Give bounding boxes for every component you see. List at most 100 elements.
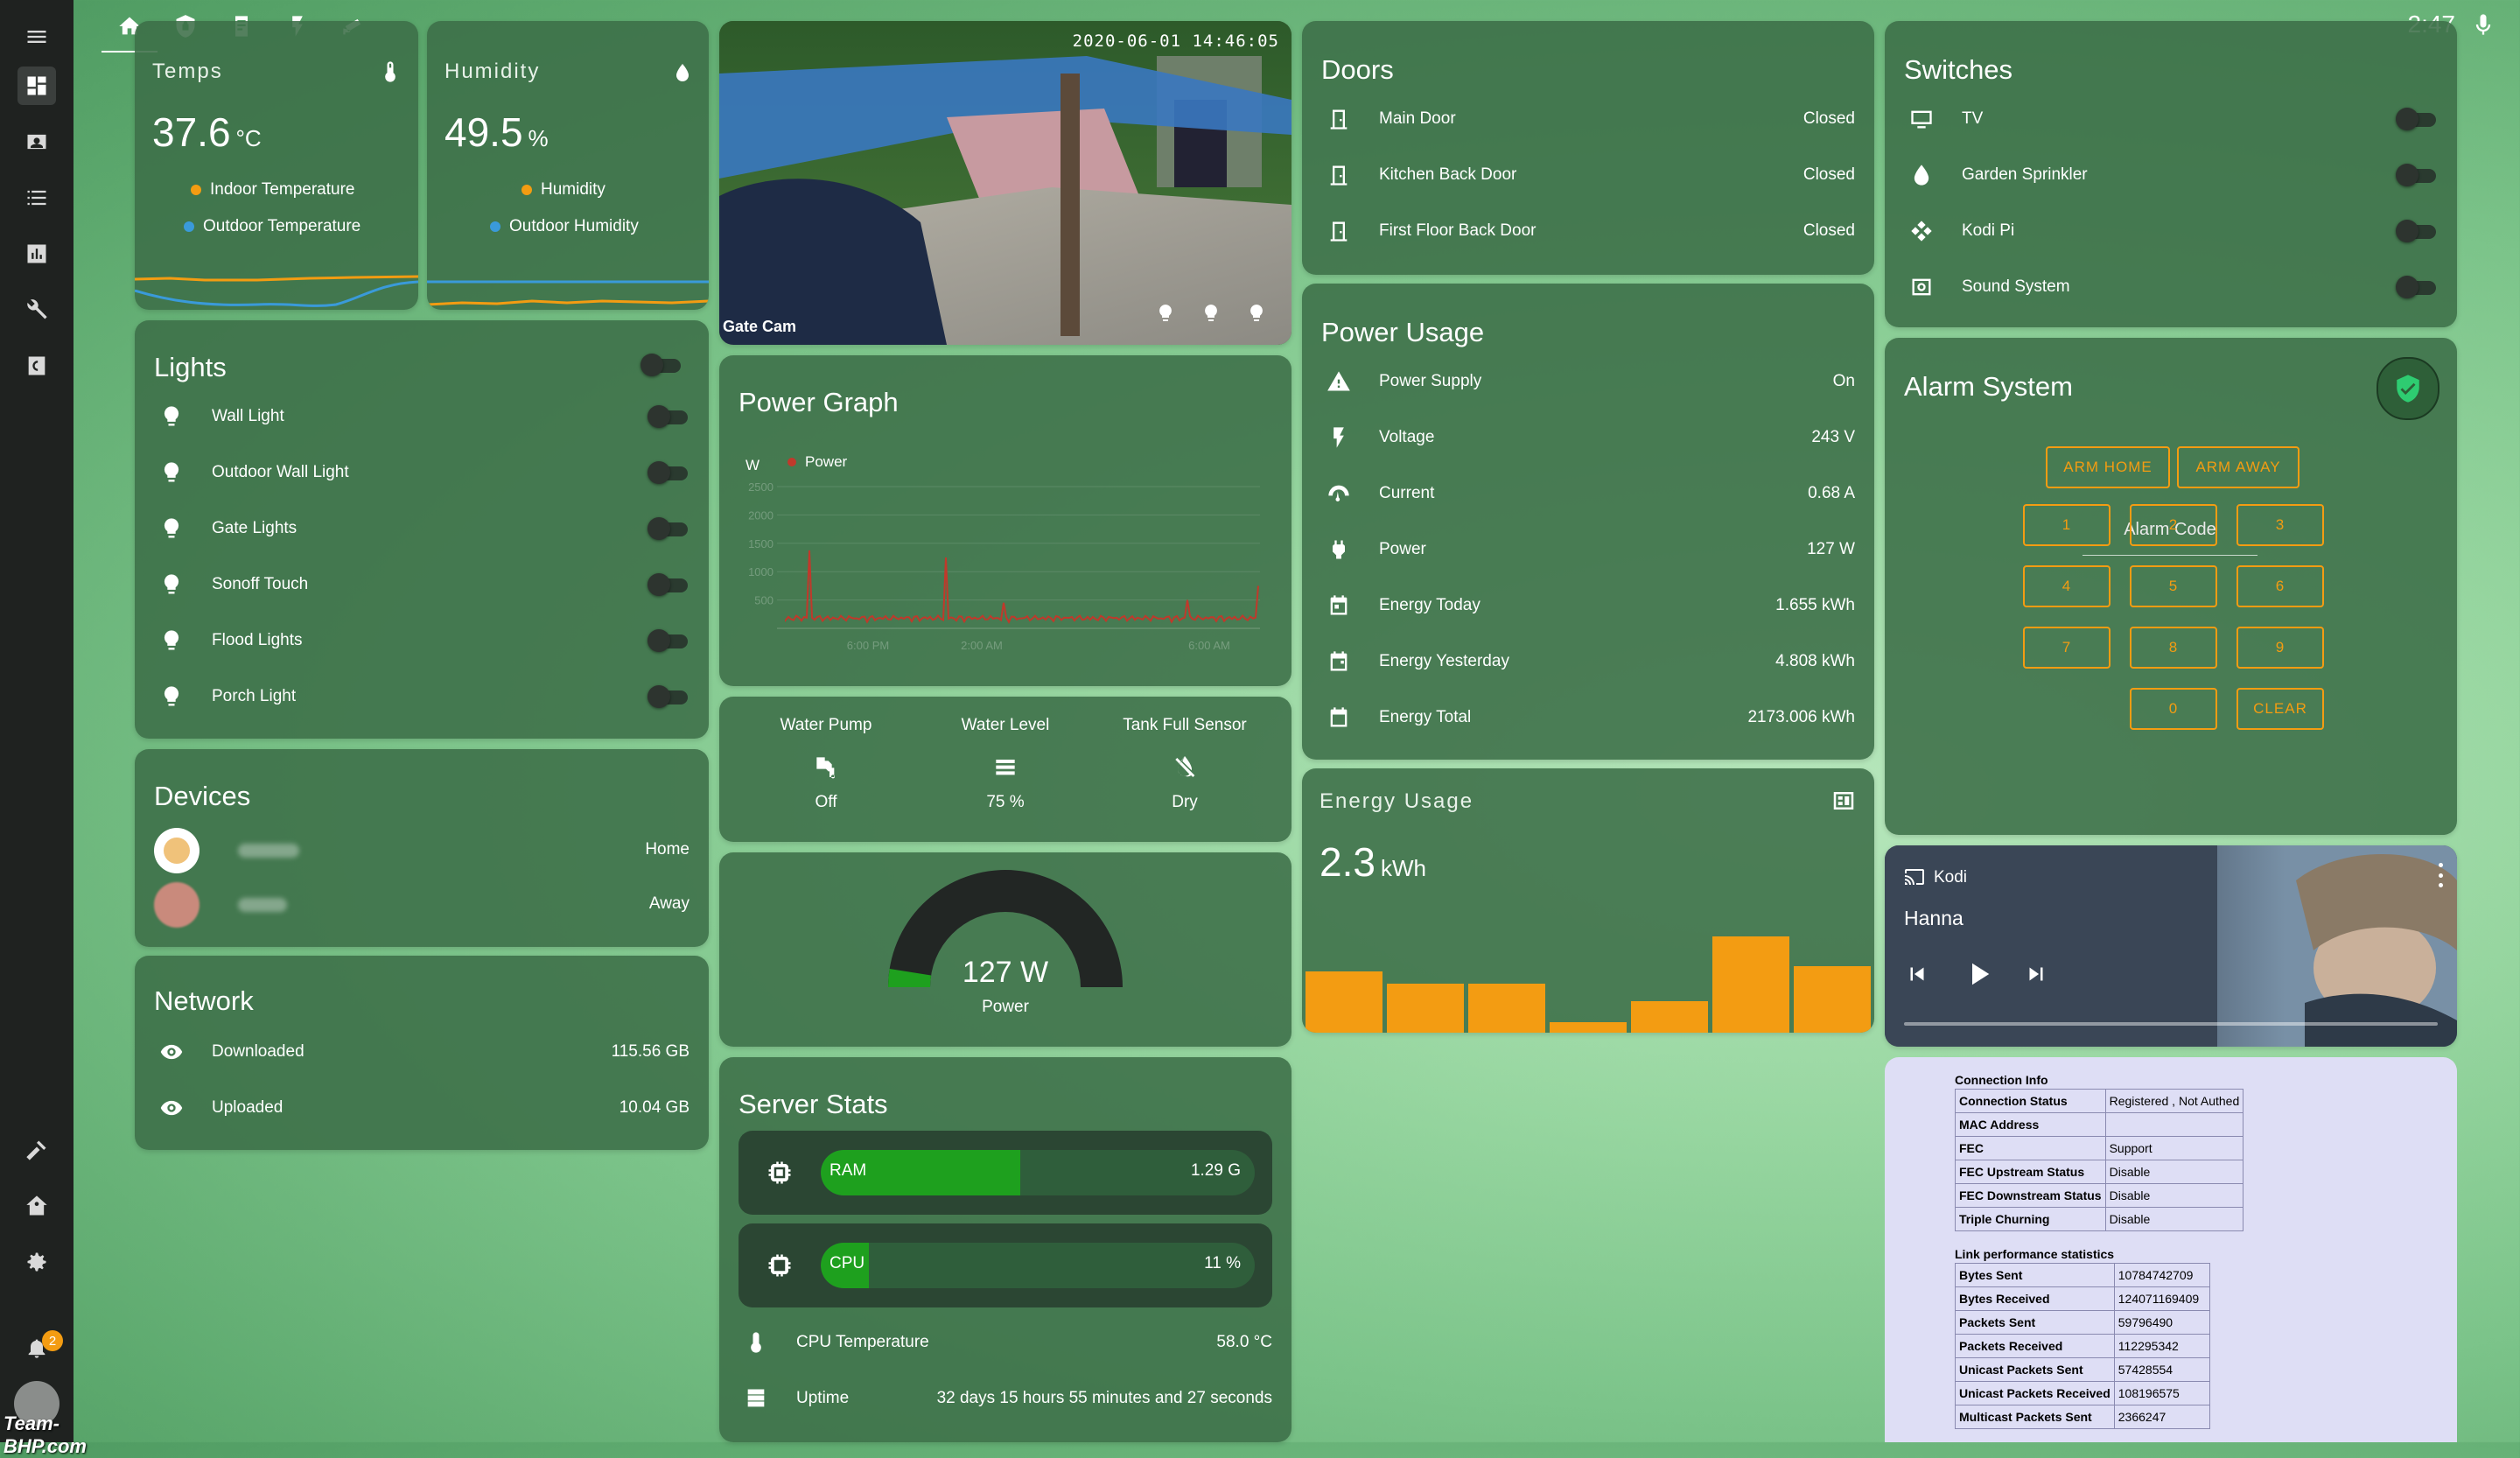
kodi-media-card[interactable]: Kodi Hanna xyxy=(1885,845,2457,1047)
lights-master-toggle[interactable] xyxy=(640,354,682,376)
previous-icon[interactable] xyxy=(1904,961,1930,987)
card-title: Lights xyxy=(154,352,227,382)
lights-card: Lights Wall Light Outdoor Wall Light Gat… xyxy=(135,320,709,739)
arm-home-button[interactable]: ARM HOME xyxy=(2046,446,2170,488)
card-title: Network xyxy=(154,985,254,1016)
keypad-key-5[interactable]: 5 xyxy=(2130,565,2217,607)
power-row[interactable]: Power Supply On xyxy=(1321,364,1855,399)
camera-image xyxy=(719,21,1292,345)
gate-camera[interactable]: 2020-06-01 14:46:05 Gate Cam xyxy=(719,21,1292,345)
table-key: FEC Upstream Status xyxy=(1955,1160,2106,1184)
play-icon[interactable] xyxy=(1960,956,1997,992)
more-icon[interactable] xyxy=(2436,863,2445,887)
sidebar-item-overview[interactable] xyxy=(18,67,56,105)
light-row[interactable]: Gate Lights xyxy=(154,511,690,546)
light-row[interactable]: Outdoor Wall Light xyxy=(154,455,690,490)
table-value: 108196575 xyxy=(2113,1381,2210,1405)
network-row[interactable]: Uploaded 10.04 GB xyxy=(154,1090,690,1125)
keypad-key-7[interactable]: 7 xyxy=(2023,627,2110,669)
keypad-key-9[interactable]: 9 xyxy=(2236,627,2324,669)
power-row[interactable]: Current 0.68 A xyxy=(1321,476,1855,511)
temps-card[interactable]: Temps 37.6 °C Indoor Temperature Outdoor … xyxy=(135,21,418,310)
next-icon[interactable] xyxy=(2023,961,2049,987)
door-row[interactable]: First Floor Back Door Closed xyxy=(1321,214,1855,249)
door-row[interactable]: Main Door Closed xyxy=(1321,102,1855,137)
bulb-icon[interactable] xyxy=(1200,303,1222,324)
light-row[interactable]: Flood Lights xyxy=(154,623,690,658)
light-toggle[interactable] xyxy=(648,629,690,652)
power-graph-card[interactable]: Power Graph W Power 2500 2000 1500 1000 500 6… xyxy=(719,355,1292,686)
sidebar-item-logbook[interactable] xyxy=(18,179,56,217)
door-row[interactable]: Kitchen Back Door Closed xyxy=(1321,158,1855,193)
light-row[interactable]: Wall Light xyxy=(154,399,690,434)
keypad-key-4[interactable]: 4 xyxy=(2023,565,2110,607)
keypad-key-1[interactable]: 1 xyxy=(2023,504,2110,546)
card-title: Doors xyxy=(1321,54,1394,85)
sidebar-item-map[interactable] xyxy=(18,123,56,161)
clear-button[interactable]: CLEAR xyxy=(2236,688,2324,730)
light-toggle[interactable] xyxy=(648,573,690,596)
water-col[interactable]: Tank Full Sensor Dry xyxy=(1097,716,1272,830)
sidebar-item-developer[interactable] xyxy=(18,1131,56,1169)
device-row[interactable]: Away xyxy=(154,880,690,929)
switch-row[interactable]: Kodi Pi xyxy=(1904,214,2438,249)
cpu-bar[interactable]: CPU 11 % xyxy=(738,1223,1272,1307)
switch-toggle[interactable] xyxy=(2396,164,2438,186)
switch-row[interactable]: Garden Sprinkler xyxy=(1904,158,2438,193)
sidebar-item-code[interactable] xyxy=(18,347,56,385)
arm-away-button[interactable]: ARM AWAY xyxy=(2177,446,2300,488)
power-row[interactable]: Energy Yesterday 4.808 kWh xyxy=(1321,644,1855,679)
door-closed-icon xyxy=(1321,102,1356,137)
sidebar-item-tools[interactable] xyxy=(18,291,56,329)
blurred-name xyxy=(238,898,287,912)
table-row: MAC Address xyxy=(1955,1112,2244,1137)
water-col[interactable]: Water Pump Off xyxy=(738,716,914,830)
light-toggle[interactable] xyxy=(648,685,690,708)
sidebar-item-history[interactable] xyxy=(18,235,56,273)
light-row[interactable]: Sonoff Touch xyxy=(154,567,690,602)
switch-row[interactable]: TV xyxy=(1904,102,2438,137)
sensor-value: 2.3 kWh xyxy=(1320,839,1426,885)
power-row[interactable]: Power 127 W xyxy=(1321,532,1855,567)
y-tick-label: 2000 xyxy=(748,508,774,522)
power-row[interactable]: Energy Total 2173.006 kWh xyxy=(1321,700,1855,735)
gear-icon xyxy=(27,1252,46,1272)
media-progress[interactable] xyxy=(1904,1022,2438,1026)
humidity-card[interactable]: Humidity 49.5% Humidity Outdoor Humidity xyxy=(427,21,709,310)
power-row[interactable]: Voltage 243 V xyxy=(1321,420,1855,455)
device-row[interactable]: Home xyxy=(154,826,690,875)
energy-usage-card[interactable]: Energy Usage 2.3 kWh xyxy=(1302,768,1874,1033)
switch-toggle[interactable] xyxy=(2396,108,2438,130)
ram-bar[interactable]: RAM 1.29 G xyxy=(738,1131,1272,1215)
light-row[interactable]: Porch Light xyxy=(154,679,690,714)
uptime-row[interactable]: Uptime 32 days 15 hours 55 minutes and 27… xyxy=(738,1381,1272,1416)
bulb-icon[interactable] xyxy=(1246,303,1267,324)
cpu-temp-row[interactable]: CPU Temperature 58.0 °C xyxy=(738,1325,1272,1360)
switch-toggle[interactable] xyxy=(2396,220,2438,242)
table-row: Packets Received 112295342 xyxy=(1955,1334,2210,1358)
light-toggle[interactable] xyxy=(648,461,690,484)
sensor-value: 37.6 °C xyxy=(152,109,262,155)
keypad-key-0[interactable]: 0 xyxy=(2130,688,2217,730)
keypad-key-6[interactable]: 6 xyxy=(2236,565,2324,607)
power-gauge-card[interactable]: 127 W Power xyxy=(719,852,1292,1047)
table-key: MAC Address xyxy=(1955,1112,2106,1137)
light-toggle[interactable] xyxy=(648,517,690,540)
switch-row[interactable]: Sound System xyxy=(1904,270,2438,305)
keypad-key-8[interactable]: 8 xyxy=(2130,627,2217,669)
monitor-icon xyxy=(1904,102,1939,137)
sidebar-item-settings[interactable] xyxy=(18,1243,56,1281)
card-title: Devices xyxy=(154,781,251,811)
light-toggle[interactable] xyxy=(648,405,690,428)
media-title: Hanna xyxy=(1904,907,1964,929)
keypad-key-3[interactable]: 3 xyxy=(2236,504,2324,546)
sidebar-item-supervisor[interactable] xyxy=(18,1187,56,1225)
switch-toggle[interactable] xyxy=(2396,276,2438,298)
power-row[interactable]: Energy Today 1.655 kWh xyxy=(1321,588,1855,623)
water-col[interactable]: Water Level 75 % xyxy=(918,716,1093,830)
menu-icon[interactable] xyxy=(18,18,56,56)
keypad-key-2[interactable]: 2 xyxy=(2130,504,2217,546)
network-row[interactable]: Downloaded 115.56 GB xyxy=(154,1034,690,1069)
bulb-icon[interactable] xyxy=(1155,303,1176,324)
microphone-icon[interactable] xyxy=(2471,11,2496,39)
